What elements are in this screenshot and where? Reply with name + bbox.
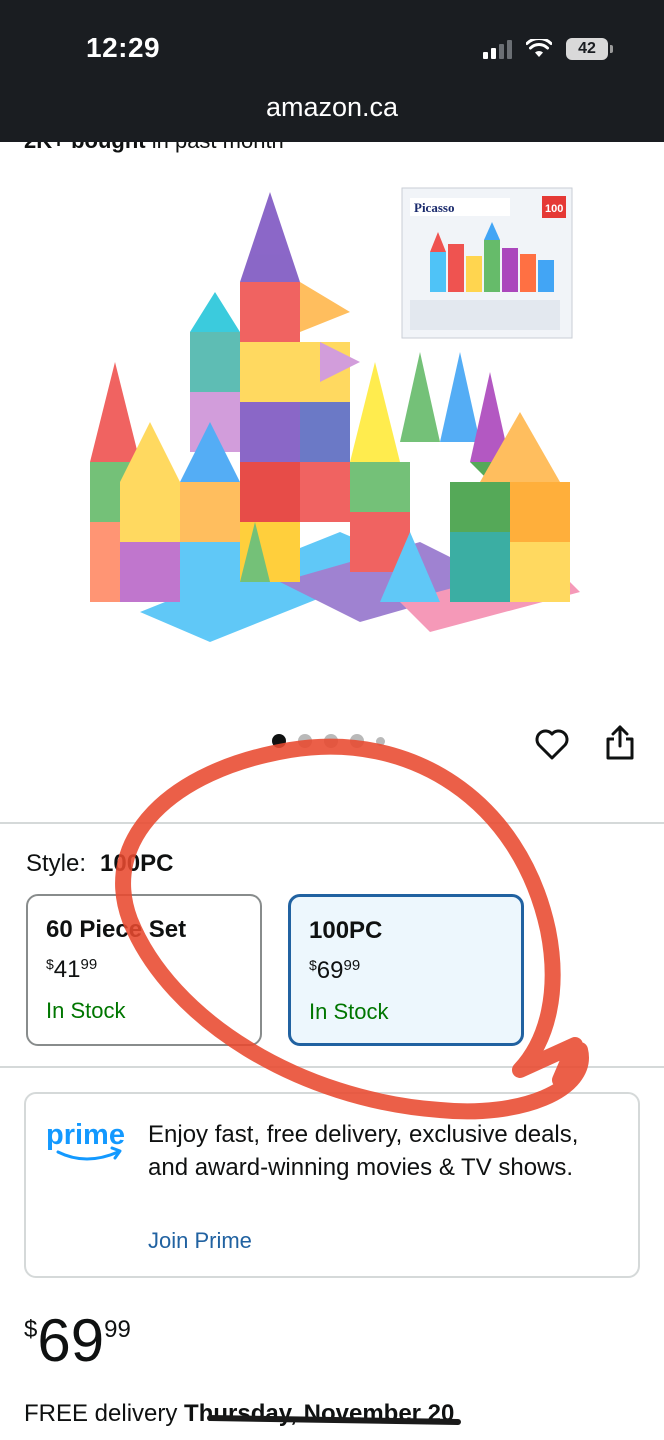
prime-message: Enjoy fast, free delivery, exclusive dea…	[148, 1121, 579, 1181]
option-price: $4199	[46, 956, 98, 983]
section-divider	[0, 1066, 664, 1068]
option-stock: In Stock	[309, 999, 389, 1024]
delivery-info: FREE delivery Thursday, November 20	[24, 1400, 455, 1427]
carousel-dot[interactable]	[376, 736, 385, 746]
option-stock: In Stock	[46, 998, 126, 1023]
delivery-date: Thursday, November 20	[184, 1400, 455, 1427]
battery-icon: 42	[566, 38, 613, 60]
join-prime-link[interactable]: Join Prime	[148, 1228, 252, 1254]
option-price: $6999	[309, 957, 361, 984]
style-option-60-piece[interactable]: 60 Piece Set $4199 In Stock	[26, 894, 262, 1046]
carousel-dot[interactable]	[272, 734, 286, 748]
carousel-dot[interactable]	[350, 734, 364, 748]
heart-icon[interactable]	[534, 726, 570, 762]
section-divider	[0, 822, 664, 824]
page: 12:29 42 amazon.ca 2K+ bought in past mo…	[0, 0, 664, 1440]
prime-logo: prime	[46, 1119, 125, 1161]
svg-text:100: 100	[545, 203, 563, 215]
browser-top-bar: 12:29 42 amazon.ca	[0, 0, 664, 142]
style-option-100pc[interactable]: 100PC $6999 In Stock	[288, 894, 524, 1046]
option-name: 100PC	[309, 917, 383, 944]
product-box-image: Picasso 100	[401, 187, 573, 339]
svg-text:Picasso: Picasso	[414, 200, 454, 215]
url-bar[interactable]: amazon.ca	[0, 92, 664, 123]
carousel-dot[interactable]	[324, 734, 338, 748]
image-carousel-dots[interactable]	[272, 734, 385, 748]
svg-text:prime: prime	[46, 1119, 125, 1151]
option-name: 60 Piece Set	[46, 916, 187, 943]
share-icon[interactable]	[604, 724, 636, 762]
product-price: $69 99	[24, 1307, 131, 1374]
status-icons: 42	[483, 38, 613, 60]
prime-banner[interactable]: prime Enjoy fast, free delivery, exclusi…	[24, 1092, 640, 1278]
style-selector-label: Style: 100PC	[26, 850, 174, 877]
status-time: 12:29	[86, 32, 161, 63]
carousel-dot[interactable]	[298, 734, 312, 748]
cellular-signal-icon	[483, 39, 512, 59]
product-image[interactable]: Picasso 100	[80, 182, 584, 670]
style-selected-value: 100PC	[100, 850, 174, 877]
wifi-icon	[526, 39, 552, 57]
